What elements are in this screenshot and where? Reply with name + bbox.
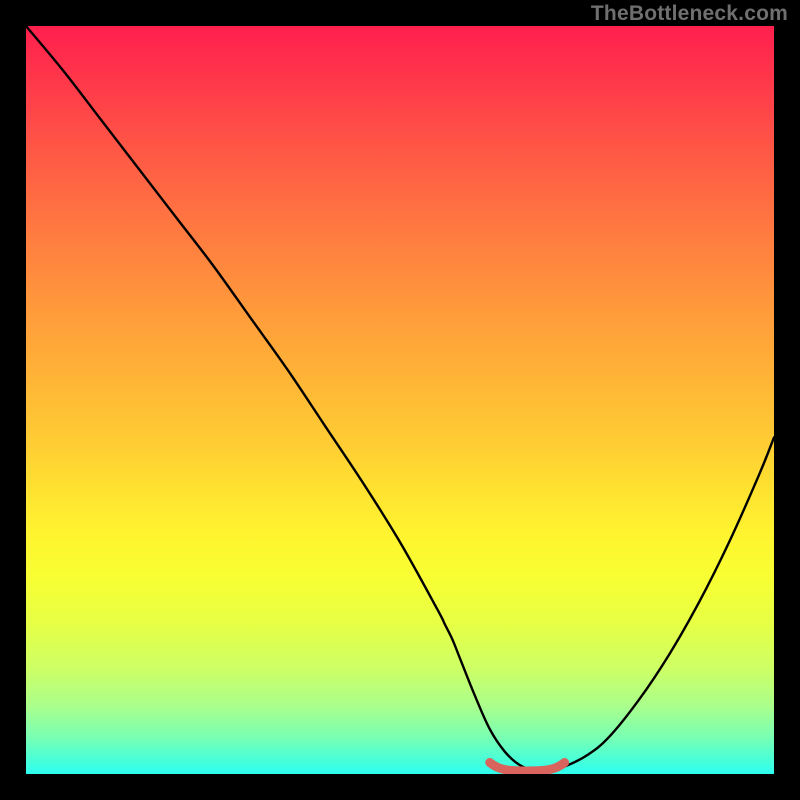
watermark-text: TheBottleneck.com	[591, 2, 788, 26]
bottleneck-curve	[26, 26, 774, 771]
optimal-range-marker	[490, 763, 565, 772]
chart-plot-area	[26, 26, 774, 774]
chart-svg	[26, 26, 774, 774]
